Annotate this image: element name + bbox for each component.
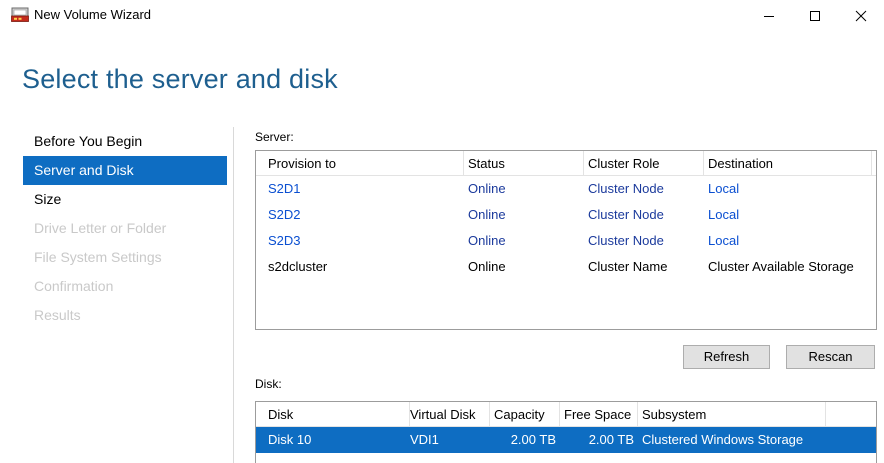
column-header-capacity[interactable]: Capacity [490, 402, 560, 427]
column-header-subsystem[interactable]: Subsystem [638, 402, 826, 427]
server-cluster-role: Cluster Node [588, 181, 664, 196]
nav-item-confirmation: Confirmation [34, 278, 114, 294]
disk-subsystem: Clustered Windows Storage [642, 432, 804, 447]
close-button[interactable] [838, 0, 884, 32]
server-row[interactable]: S2D1 Online Cluster Node Local [256, 176, 876, 202]
maximize-icon [810, 11, 820, 21]
close-icon [855, 10, 867, 22]
server-name: S2D3 [268, 233, 301, 248]
column-header-status[interactable]: Status [464, 151, 584, 176]
server-status: Online [468, 233, 506, 248]
server-list-header: Provision to Status Cluster Role Destina… [256, 151, 876, 176]
disk-list-header: Disk Virtual Disk Capacity Free Space Su… [256, 402, 876, 427]
disk-row[interactable]: Disk 10 VDI1 2.00 TB 2.00 TB Clustered W… [256, 427, 876, 453]
nav-item-file-system-settings: File System Settings [34, 249, 162, 265]
server-destination: Cluster Available Storage [708, 259, 854, 274]
column-header-virtual-disk[interactable]: Virtual Disk [406, 402, 490, 427]
refresh-button[interactable]: Refresh [683, 345, 770, 369]
nav-item-before-you-begin[interactable]: Before You Begin [23, 127, 227, 156]
minimize-button[interactable] [746, 0, 792, 32]
title-bar: New Volume Wizard [0, 0, 884, 32]
server-cluster-role: Cluster Name [588, 259, 668, 274]
server-list[interactable]: Provision to Status Cluster Role Destina… [255, 150, 877, 330]
nav-item-results: Results [34, 307, 81, 323]
server-name: s2dcluster [268, 259, 328, 274]
column-header-destination[interactable]: Destination [704, 151, 872, 176]
disk-free-space: 2.00 TB [588, 432, 634, 447]
server-destination: Local [708, 207, 740, 222]
window-title: New Volume Wizard [34, 7, 152, 22]
server-name: S2D1 [268, 181, 301, 196]
server-status: Online [468, 259, 506, 274]
disk-capacity: 2.00 TB [510, 432, 556, 447]
nav-divider [233, 127, 234, 463]
maximize-button[interactable] [792, 0, 838, 32]
column-header-disk[interactable]: Disk [264, 402, 410, 427]
column-header-free-space[interactable]: Free Space [560, 402, 638, 427]
column-header-provision-to[interactable]: Provision to [264, 151, 464, 176]
server-cluster-role: Cluster Node [588, 233, 664, 248]
server-name: S2D2 [268, 207, 301, 222]
nav-item-drive-letter-or-folder: Drive Letter or Folder [34, 220, 167, 236]
server-status: Online [468, 207, 506, 222]
server-row[interactable]: s2dcluster Online Cluster Name Cluster A… [256, 254, 876, 280]
minimize-icon [764, 16, 774, 17]
server-cluster-role: Cluster Node [588, 207, 664, 222]
server-destination: Local [708, 181, 740, 196]
disk-virtual-disk: VDI1 [410, 432, 439, 447]
disk-label: Disk: [255, 377, 282, 391]
server-row[interactable]: S2D2 Online Cluster Node Local [256, 202, 876, 228]
server-status: Online [468, 181, 506, 196]
nav-item-size[interactable]: Size [23, 185, 227, 214]
page-title: Select the server and disk [22, 64, 338, 94]
disk-name: Disk 10 [268, 432, 312, 447]
server-destination: Local [708, 233, 740, 248]
column-header-cluster-role[interactable]: Cluster Role [584, 151, 704, 176]
wizard-nav: Before You Begin Server and Disk Size Dr… [23, 127, 227, 330]
nav-item-server-and-disk[interactable]: Server and Disk [23, 156, 227, 185]
server-label: Server: [255, 130, 294, 144]
disk-list[interactable]: Disk Virtual Disk Capacity Free Space Su… [255, 401, 877, 463]
volume-wizard-icon [11, 7, 29, 22]
rescan-button[interactable]: Rescan [786, 345, 875, 369]
server-row[interactable]: S2D3 Online Cluster Node Local [256, 228, 876, 254]
